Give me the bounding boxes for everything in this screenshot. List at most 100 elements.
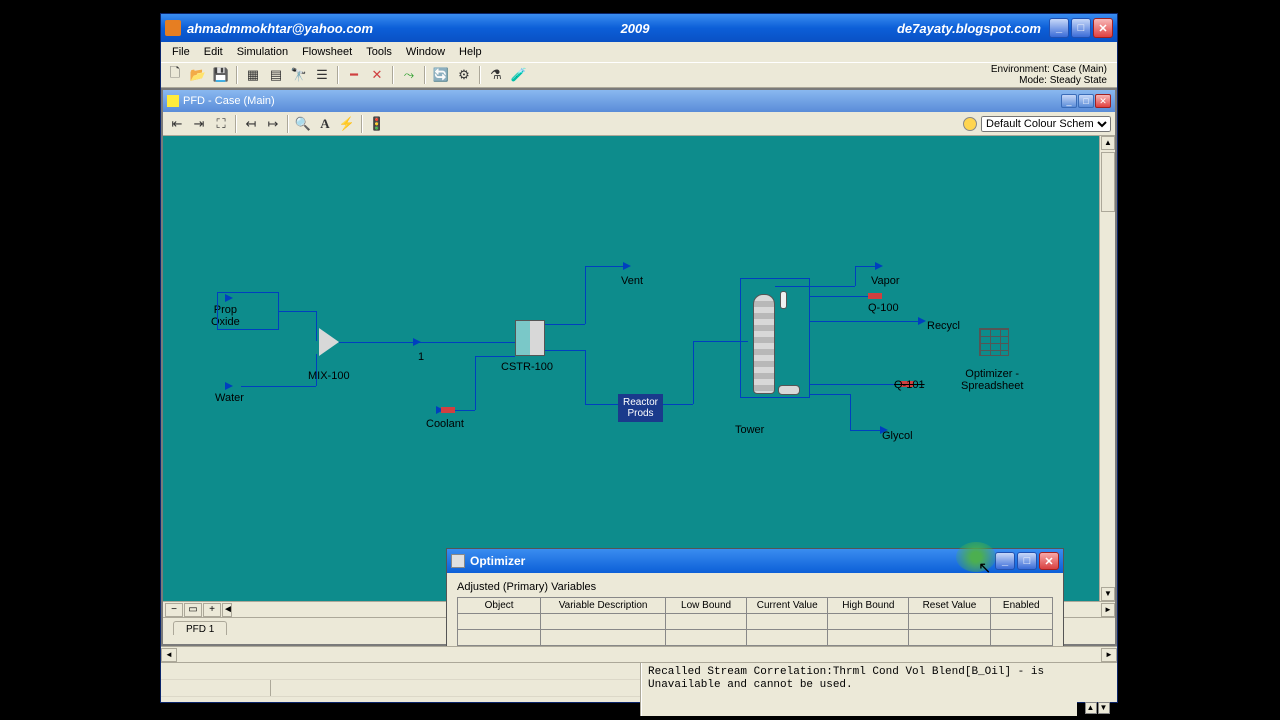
- main-horizontal-scrollbar[interactable]: ◄ ►: [161, 646, 1117, 662]
- colour-scheme-select[interactable]: Default Colour Scheme: [981, 116, 1111, 132]
- open-icon[interactable]: 📂: [188, 65, 208, 85]
- label-vapor[interactable]: Vapor: [871, 275, 900, 287]
- new-icon[interactable]: 🗋: [165, 65, 185, 85]
- scroll-right-icon[interactable]: ►: [1101, 603, 1115, 617]
- close-button[interactable]: ✕: [1093, 18, 1113, 38]
- menu-window[interactable]: Window: [399, 44, 452, 60]
- label-stream-1[interactable]: 1: [418, 351, 424, 363]
- label-glycol[interactable]: Glycol: [882, 430, 913, 442]
- flask-icon[interactable]: ⚗: [486, 65, 506, 85]
- tower-condenser-icon[interactable]: [780, 291, 787, 309]
- status-green-icon[interactable]: ━: [344, 65, 364, 85]
- spreadsheet-unit[interactable]: [979, 328, 1009, 356]
- menu-help[interactable]: Help: [452, 44, 489, 60]
- label-water[interactable]: Water: [215, 392, 244, 404]
- label-tower[interactable]: Tower: [735, 424, 764, 436]
- traffic-light-icon[interactable]: 🚦: [367, 114, 387, 134]
- align-left-icon[interactable]: ⇤: [167, 114, 187, 134]
- pfd-maximize-button[interactable]: □: [1078, 94, 1094, 108]
- tab-pfd1[interactable]: PFD 1: [173, 621, 227, 635]
- vertical-scrollbar[interactable]: ▲ ▼: [1099, 136, 1115, 601]
- minimize-button[interactable]: _: [1049, 18, 1069, 38]
- optimizer-maximize-button[interactable]: □: [1017, 552, 1037, 570]
- env-case: Environment: Case (Main): [991, 64, 1107, 75]
- nav-fwd-icon[interactable]: ↦: [263, 114, 283, 134]
- align-right-icon[interactable]: ⇥: [189, 114, 209, 134]
- label-recycl[interactable]: Recycl: [927, 320, 960, 332]
- maximize-button[interactable]: □: [1071, 18, 1091, 38]
- env-mode: Mode: Steady State: [991, 75, 1107, 86]
- label-coolant[interactable]: Coolant: [426, 418, 464, 430]
- optimizer-minimize-button[interactable]: _: [995, 552, 1015, 570]
- table-row[interactable]: [458, 646, 1053, 647]
- recycle-icon[interactable]: 🔄: [431, 65, 451, 85]
- navigator-icon[interactable]: 🔭: [289, 65, 309, 85]
- optimizer-titlebar[interactable]: Optimizer _ □ ✕: [447, 549, 1063, 573]
- stream-arrow-icon: [225, 382, 233, 390]
- menu-tools[interactable]: Tools: [359, 44, 399, 60]
- col-lowbound[interactable]: Low Bound: [666, 598, 747, 614]
- label-optimizer-spreadsheet[interactable]: Optimizer - Spreadsheet: [961, 368, 1023, 392]
- tower-reboiler-icon[interactable]: [778, 385, 800, 395]
- label-cstr100[interactable]: CSTR-100: [501, 361, 553, 373]
- status-down-icon[interactable]: ▼: [1098, 702, 1110, 714]
- optimizer-close-button[interactable]: ✕: [1039, 552, 1059, 570]
- table-row[interactable]: [458, 614, 1053, 630]
- col-reset[interactable]: Reset Value: [909, 598, 990, 614]
- col-vardesc[interactable]: Variable Description: [541, 598, 666, 614]
- zoom-out-button[interactable]: −: [165, 603, 183, 617]
- pfd-icon[interactable]: ▦: [243, 65, 263, 85]
- status-bar: Recalled Stream Correlation:Thrml Cond V…: [161, 662, 1117, 716]
- main-scroll-right-icon[interactable]: ►: [1101, 648, 1117, 662]
- bolt-icon[interactable]: ⚡: [337, 114, 357, 134]
- titlebar[interactable]: ahmadmmokhtar@yahoo.com 2009 de7ayaty.bl…: [161, 14, 1117, 42]
- optimizer-variables-table[interactable]: Object Variable Description Low Bound Cu…: [457, 597, 1053, 646]
- mdi-area: PFD - Case (Main) _ □ ✕ ⇤ ⇥ ⛶ ↤ ↦ 🔍 A ⚡: [161, 88, 1117, 646]
- status-up-icon[interactable]: ▲: [1085, 702, 1097, 714]
- zoom-fit-button[interactable]: ▭: [184, 603, 202, 617]
- menu-simulation[interactable]: Simulation: [230, 44, 295, 60]
- label-mix100[interactable]: MIX-100: [308, 370, 350, 382]
- menu-edit[interactable]: Edit: [197, 44, 230, 60]
- label-q101[interactable]: Q-101: [894, 379, 925, 391]
- table-row[interactable]: [458, 630, 1053, 646]
- q100-unit[interactable]: [868, 293, 882, 299]
- mixer-unit[interactable]: [319, 328, 339, 356]
- status-cross-icon[interactable]: ✕: [367, 65, 387, 85]
- balance-icon[interactable]: ⚙: [454, 65, 474, 85]
- zoom-in-button[interactable]: +: [203, 603, 221, 617]
- workbook-icon[interactable]: ▤: [266, 65, 286, 85]
- main-scroll-left-icon[interactable]: ◄: [161, 648, 177, 662]
- col-current[interactable]: Current Value: [747, 598, 828, 614]
- pfd-close-button[interactable]: ✕: [1095, 94, 1111, 108]
- smiley-icon[interactable]: [963, 117, 977, 131]
- pfd-canvas[interactable]: Prop Oxide Water MIX-100 1: [163, 136, 1099, 601]
- zoom-icon[interactable]: 🔍: [293, 114, 313, 134]
- nav-back-icon[interactable]: ↤: [241, 114, 261, 134]
- cstr-unit[interactable]: [515, 320, 545, 356]
- beaker-icon[interactable]: 🧪: [509, 65, 529, 85]
- label-vent[interactable]: Vent: [621, 275, 643, 287]
- save-icon[interactable]: 💾: [211, 65, 231, 85]
- optimizer-section-label: Adjusted (Primary) Variables: [457, 581, 1053, 593]
- scroll-up-icon[interactable]: ▲: [1101, 136, 1115, 150]
- col-highbound[interactable]: High Bound: [828, 598, 909, 614]
- col-enabled[interactable]: Enabled: [990, 598, 1052, 614]
- scroll-thumb[interactable]: [1101, 152, 1115, 212]
- pfd-titlebar[interactable]: PFD - Case (Main) _ □ ✕: [163, 90, 1115, 112]
- fit-icon[interactable]: ⛶: [211, 114, 231, 134]
- integrator-icon[interactable]: ⤳: [399, 65, 419, 85]
- scroll-left-icon[interactable]: ◄: [222, 603, 232, 617]
- main-toolbar: 🗋 📂 💾 ▦ ▤ 🔭 ☰ ━ ✕ ⤳ 🔄 ⚙ ⚗ 🧪 Environment:…: [161, 62, 1117, 88]
- summary-icon[interactable]: ☰: [312, 65, 332, 85]
- menu-file[interactable]: File: [165, 44, 197, 60]
- tower-unit[interactable]: [753, 294, 775, 394]
- pfd-window-icon: [167, 95, 179, 107]
- pfd-minimize-button[interactable]: _: [1061, 94, 1077, 108]
- scroll-down-icon[interactable]: ▼: [1101, 587, 1115, 601]
- col-object[interactable]: Object: [458, 598, 541, 614]
- label-q100[interactable]: Q-100: [868, 302, 899, 314]
- label-reactor-prods[interactable]: Reactor Prods: [618, 394, 663, 422]
- menu-flowsheet[interactable]: Flowsheet: [295, 44, 359, 60]
- text-icon[interactable]: A: [315, 114, 335, 134]
